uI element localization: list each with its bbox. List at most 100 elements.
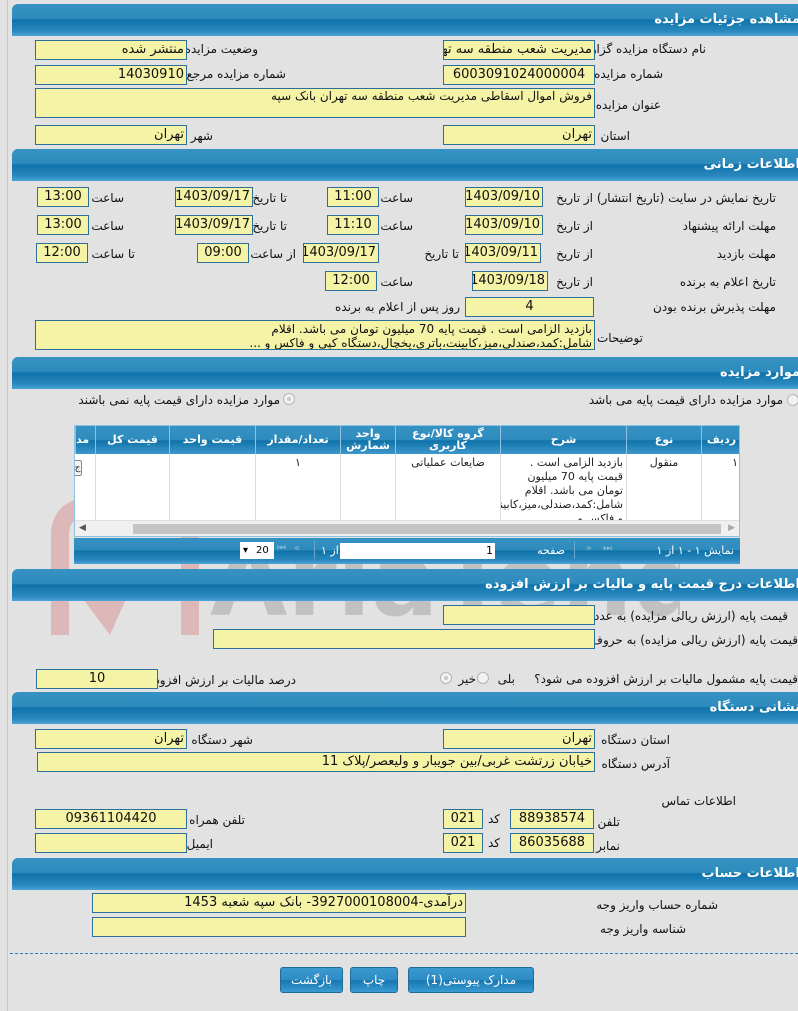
fax-code-label: کد	[487, 836, 500, 850]
vat-percent-field[interactable]: 10	[36, 669, 158, 689]
divider	[10, 953, 798, 954]
province-field[interactable]: تهران	[443, 125, 595, 145]
documents-button[interactable]: ج	[75, 460, 82, 476]
section-header-details: مشاهده جزئیات مزایده	[12, 4, 798, 36]
visit-from-time-field[interactable]: 09:00	[197, 243, 249, 263]
base-price-number-field[interactable]	[443, 605, 595, 625]
winner-announce-label: تاریخ اعلام به برنده	[679, 275, 776, 289]
notes-field[interactable]: بازدید الزامی است . قیمت پایه 70 میلیون …	[35, 320, 595, 350]
section-header-base-price: اطلاعات درج قیمت پایه و مالیات بر ارزش ا…	[12, 569, 798, 601]
cell-description: بازدید الزامی است . قیمت پایه 70 میلیون …	[500, 454, 626, 520]
fax-field[interactable]: 86035688	[510, 833, 594, 853]
visit-to-date-field[interactable]: 1403/09/17	[303, 243, 379, 263]
pager-first-icon[interactable]: ⏮	[277, 543, 286, 554]
title-field[interactable]: فروش اموال اسقاطی مدیریت شعب منطقه سه ته…	[35, 88, 595, 118]
radio-with-base-price[interactable]	[787, 394, 798, 406]
chevron-down-icon: ▾	[243, 545, 249, 556]
mobile-field[interactable]: 09361104420	[35, 809, 187, 829]
vat-no-label: خیر	[458, 672, 476, 686]
vat-yes-label: بلی	[497, 672, 515, 686]
cell-unit	[340, 454, 395, 520]
vat-no-radio[interactable]	[440, 672, 452, 684]
back-button[interactable]: بازگشت	[280, 967, 343, 993]
publish-to-time-field[interactable]: 13:00	[37, 187, 89, 207]
phone-field[interactable]: 88938574	[510, 809, 594, 829]
visit-from-time-label: از ساعت	[250, 247, 296, 261]
col-documents[interactable]: مد	[75, 426, 95, 454]
offer-to-date-label: تا تاریخ	[252, 219, 287, 233]
cell-quantity: ۱	[255, 454, 340, 520]
city-field[interactable]: تهران	[35, 125, 187, 145]
status-label: وضعیت مزایده	[184, 42, 258, 56]
org-province-label: استان دستگاه	[601, 733, 670, 747]
publish-to-date-label: تا تاریخ	[252, 191, 287, 205]
publish-from-time-field[interactable]: 11:00	[327, 187, 379, 207]
accept-days-field[interactable]: 4	[465, 297, 594, 317]
email-field[interactable]	[35, 833, 187, 853]
pager-last-icon[interactable]: ⏭	[603, 543, 612, 554]
payment-id-field[interactable]	[92, 917, 466, 937]
number-field[interactable]: 6003091024000004	[443, 65, 595, 85]
publish-to-date-field[interactable]: 1403/09/17	[175, 187, 253, 207]
pager-next-icon[interactable]: »	[586, 543, 592, 554]
publish-from-date-field[interactable]: 1403/09/10	[465, 187, 543, 207]
page-size-value: 20	[256, 545, 269, 556]
grid-pager: نمایش ۱ - ۱ از ۱ ⏭ » صفحه 1 از ۱ « ⏮ ▾ 2…	[74, 538, 740, 564]
col-group[interactable]: گروه کالا/نوع کاربری	[395, 426, 500, 454]
mobile-label: تلفن همراه	[189, 813, 245, 827]
offer-to-time-label: ساعت	[91, 219, 124, 233]
ref-number-field[interactable]: 14030910	[35, 65, 187, 85]
grid-horizontal-scrollbar[interactable]: ◀ ▶	[75, 520, 739, 536]
attachments-button[interactable]: مدارک پیوستی(1)	[408, 967, 534, 993]
col-type[interactable]: نوع	[626, 426, 701, 454]
publish-from-date-label: از تاریخ	[556, 191, 593, 205]
visit-to-time-field[interactable]: 12:00	[36, 243, 88, 263]
pager-page-label: صفحه	[537, 544, 565, 557]
vat-yes-radio[interactable]	[477, 672, 489, 684]
offer-to-time-field[interactable]: 13:00	[37, 215, 89, 235]
pager-prev-icon[interactable]: «	[294, 543, 300, 554]
org-province-field[interactable]: تهران	[443, 729, 595, 749]
publish-to-time-label: ساعت	[91, 191, 124, 205]
accept-deadline-label: مهلت پذیرش برنده بودن	[653, 300, 776, 314]
items-grid: ردیف نوع شرح گروه کالا/نوع کاربری واحد ش…	[74, 425, 740, 537]
offer-from-time-field[interactable]: 11:10	[327, 215, 379, 235]
offer-deadline-label: مهلت ارائه پیشنهاد	[682, 219, 776, 233]
fax-label: نمابر	[596, 839, 620, 853]
organizer-field[interactable]: مدیریت شعب منطقه سه تهران بانک سپه	[443, 40, 595, 60]
scroll-right-arrow-icon[interactable]: ▶	[728, 523, 735, 533]
col-unit-price[interactable]: قیمت واحد	[169, 426, 255, 454]
phone-label: تلفن	[597, 815, 620, 829]
col-index[interactable]: ردیف	[701, 426, 739, 454]
fax-code-field[interactable]: 021	[443, 833, 483, 853]
base-price-words-field[interactable]	[213, 629, 595, 649]
col-unit[interactable]: واحد شمارش	[340, 426, 395, 454]
print-button[interactable]: چاپ	[350, 967, 398, 993]
title-label: عنوان مزایده	[595, 98, 661, 112]
offer-from-date-field[interactable]: 1403/09/10	[465, 215, 543, 235]
number-label: شماره مزایده	[594, 67, 663, 81]
col-total-price[interactable]: قیمت کل	[95, 426, 169, 454]
contact-info-title: اطلاعات تماس	[661, 794, 736, 808]
winner-time-field[interactable]: 12:00	[325, 271, 377, 291]
scroll-left-arrow-icon[interactable]: ◀	[79, 523, 86, 533]
account-number-label: شماره حساب واریز وجه	[596, 898, 718, 912]
ref-number-label: شماره مزایده مرجع	[186, 67, 286, 81]
pager-page-input[interactable]: 1	[340, 543, 495, 559]
col-description[interactable]: شرح	[500, 426, 626, 454]
page-size-select[interactable]: ▾ 20	[240, 542, 274, 559]
visit-from-date-field[interactable]: 1403/09/11	[465, 243, 541, 263]
org-address-field[interactable]: خیابان زرتشت غربی/بین جویبار و ولیعصر/پل…	[37, 752, 595, 772]
account-number-field[interactable]: درآمدی-3927000108004- بانک سپه شعبه 1453	[92, 893, 466, 913]
winner-date-field[interactable]: 1403/09/18	[472, 271, 548, 291]
offer-to-date-field[interactable]: 1403/09/17	[175, 215, 253, 235]
section-header-account: اطلاعات حساب	[12, 858, 798, 890]
phone-code-field[interactable]: 021	[443, 809, 483, 829]
accept-days-suffix: روز پس از اعلام به برنده	[335, 300, 460, 314]
base-price-words-label: قیمت پایه (ارزش ریالی مزایده) به حروف	[590, 633, 798, 647]
scrollbar-thumb[interactable]	[133, 524, 721, 534]
radio-without-base-price[interactable]	[283, 393, 295, 405]
status-field[interactable]: منتشر شده	[35, 40, 187, 60]
col-quantity[interactable]: تعداد/مقدار	[255, 426, 340, 454]
org-city-field[interactable]: تهران	[35, 729, 187, 749]
